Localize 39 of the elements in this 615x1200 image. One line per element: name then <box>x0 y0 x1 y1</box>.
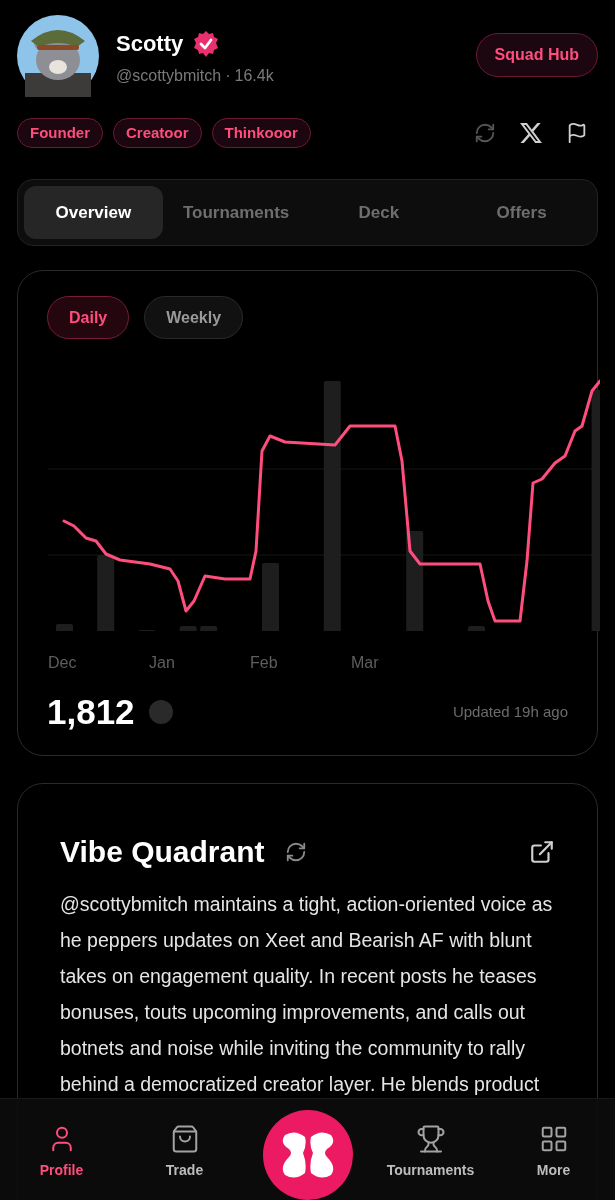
tab[interactable]: Overview <box>24 186 163 239</box>
follower-count: 16.4k <box>234 66 274 86</box>
activity-bar <box>468 626 485 631</box>
tab[interactable]: Deck <box>309 186 449 239</box>
month-label: Feb <box>250 653 279 673</box>
external-link-icon[interactable] <box>529 838 555 865</box>
tab[interactable]: Tournaments <box>166 186 306 239</box>
role-tag: Creatoor <box>113 118 202 148</box>
nav-tab[interactable]: Trade <box>123 1124 246 1181</box>
refresh-icon[interactable] <box>284 840 307 863</box>
section-title: Vibe Quadrant <box>60 834 265 870</box>
total-value: 1,812 <box>47 691 135 733</box>
role-tag: Thinkooor <box>211 118 311 148</box>
squad-hub-button[interactable]: Squad Hub <box>475 33 598 77</box>
month-label: Dec <box>48 653 78 673</box>
updated-time: Updated 19h ago <box>452 702 568 722</box>
vibe-description: @scottybmitch maintains a tight, action-oriented voice as he peppers updates on Xeet and Bearish AF with blunt takes on engagement quality. In recent posts he teases bonuses, touts upcoming improvements, and calls out botnets and noise while inviting the community to rally behind a democratized creator layer. He blends product <box>60 892 554 1097</box>
activity-bar <box>262 563 279 631</box>
profile-handle: @scottybmitch <box>116 66 222 86</box>
profile-name: Scotty <box>116 30 184 58</box>
nav-tab[interactable]: Profile <box>0 1124 123 1181</box>
nav-tab[interactable]: Tournaments <box>369 1124 492 1181</box>
month-label: Mar <box>351 653 380 673</box>
refresh-icon[interactable] <box>474 122 496 144</box>
role-tag: Founder <box>17 118 103 148</box>
activity-bar <box>179 626 197 631</box>
activity-bar <box>200 626 218 631</box>
flag-icon[interactable] <box>566 122 588 144</box>
period-toggle[interactable]: Weekly <box>144 296 244 339</box>
x-logo-icon[interactable] <box>520 122 542 144</box>
nav-tab[interactable]: More <box>492 1124 615 1181</box>
period-toggle[interactable]: Daily <box>47 296 130 339</box>
coin-icon <box>148 700 173 725</box>
tab[interactable]: Offers <box>452 186 591 239</box>
month-label: Jan <box>149 653 176 673</box>
activity-bar <box>56 624 73 631</box>
separator-dot: · <box>225 66 231 86</box>
butterfly-logo-icon <box>280 1130 335 1179</box>
trophy-icon <box>415 1124 446 1154</box>
